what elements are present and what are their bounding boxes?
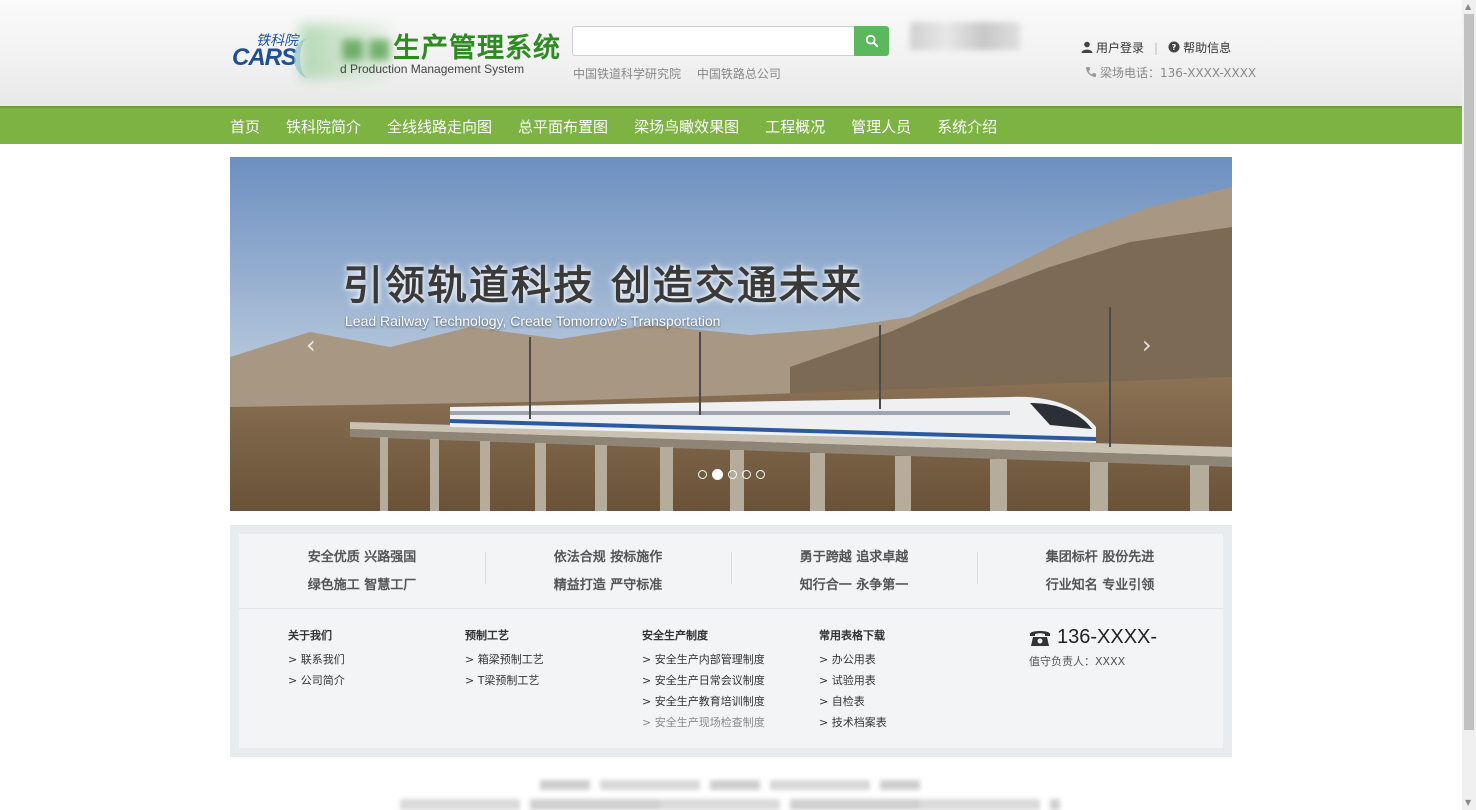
scrollbar-thumb[interactable] <box>1464 14 1474 730</box>
main-nav: 首页 铁科院简介 全线线路走向图 总平面布置图 梁场鸟瞰效果图 工程概况 管理人… <box>0 106 1462 144</box>
search-button[interactable] <box>854 26 889 56</box>
carousel-dot[interactable] <box>728 470 737 479</box>
banner-subtitle: Lead Railway Technology, Create Tomorrow… <box>345 313 721 329</box>
footer-col-about: 关于我们 > 联系我们 > 公司简介 <box>288 627 345 691</box>
footer-link[interactable]: > 自检表 <box>819 691 887 712</box>
search-icon <box>865 34 878 48</box>
site-header: 铁科院 CARS ■■生产管理系统 d Production Managemen… <box>0 0 1462 106</box>
nav-about-cars[interactable]: 铁科院简介 <box>286 116 361 137</box>
carousel-prev-icon[interactable]: ‹ <box>306 331 316 359</box>
nav-home[interactable]: 首页 <box>230 116 260 137</box>
carousel-dot-active[interactable] <box>712 469 723 480</box>
footer-link[interactable]: > 试验用表 <box>819 670 887 691</box>
footer-col-title: 关于我们 <box>288 629 332 642</box>
system-title: ■■生产管理系统 <box>340 33 562 64</box>
user-links: 用户登录 | ? 帮助信息 <box>1081 39 1231 56</box>
slogan-block: 安全优质 兴路强国 绿色施工 智慧工厂 <box>307 550 417 593</box>
svg-text:?: ? <box>1172 43 1177 52</box>
footer-links: 关于我们 > 联系我们 > 公司简介 预制工艺 > 箱梁预制工艺 > T梁预制工… <box>239 610 1223 748</box>
carousel-indicators <box>698 469 770 480</box>
footer-col-process: 预制工艺 > 箱梁预制工艺 > T梁预制工艺 <box>465 627 544 691</box>
footer-link[interactable]: > 安全生产教育培训制度 <box>642 691 765 712</box>
scroll-down-icon[interactable]: ▼ <box>1465 798 1471 807</box>
footer-link[interactable]: > 联系我们 <box>288 649 345 670</box>
blurred-header-region <box>910 22 1020 50</box>
carousel-dot[interactable] <box>698 470 707 479</box>
footer-link[interactable]: > 安全生产现场检查制度 <box>642 712 765 733</box>
footer-col-forms: 常用表格下载 > 办公用表 > 试验用表 > 自检表 > 技术档案表 <box>819 627 887 733</box>
slogan-block: 勇于跨越 追求卓越 知行合一 永争第一 <box>731 534 977 608</box>
footer-link[interactable]: > 公司简介 <box>288 670 345 691</box>
slogan-block: 集团标杆 股份先进 行业知名 专业引领 <box>977 534 1223 608</box>
org-links: 中国铁道科学研究院 中国铁路总公司 <box>573 65 793 82</box>
login-link[interactable]: 用户登录 <box>1081 39 1144 56</box>
train-landscape-image <box>230 157 1232 511</box>
carousel-next-icon[interactable]: › <box>1142 331 1152 359</box>
phone-icon <box>1085 67 1096 78</box>
footer-link[interactable]: > 办公用表 <box>819 649 887 670</box>
footer-link[interactable]: > 安全生产日常会议制度 <box>642 670 765 691</box>
carousel-dot[interactable] <box>742 470 751 479</box>
nav-management[interactable]: 管理人员 <box>851 116 911 137</box>
nav-project-overview[interactable]: 工程概况 <box>765 116 825 137</box>
logo-en-text: CARS <box>232 44 297 71</box>
vertical-scrollbar[interactable]: ▲ ▼ <box>1462 0 1476 810</box>
help-link[interactable]: ? 帮助信息 <box>1168 39 1231 56</box>
footer-link[interactable]: > 箱梁预制工艺 <box>465 649 544 670</box>
carousel-dot[interactable] <box>756 470 765 479</box>
user-icon <box>1081 41 1093 53</box>
telephone-icon <box>1030 630 1050 646</box>
slogan-block: 依法合规 按标施作 精益打造 严守标准 <box>485 534 731 608</box>
nav-site-plan[interactable]: 总平面布置图 <box>518 116 608 137</box>
contact-person: 值守负责人：XXXX <box>1029 655 1126 668</box>
footer-panel: 安全优质 兴路强国 绿色施工 智慧工厂 依法合规 按标施作 精益打造 严守标准 勇于… <box>230 525 1232 757</box>
org-link-crc[interactable]: 中国铁路总公司 <box>697 67 781 81</box>
footer-link[interactable]: > 安全生产内部管理制度 <box>642 649 765 670</box>
slogan-row: 安全优质 兴路强国 绿色施工 智慧工厂 依法合规 按标施作 精益打造 严守标准 勇于… <box>239 534 1223 609</box>
org-link-cars[interactable]: 中国铁道科学研究院 <box>573 67 681 81</box>
footer-col-title: 常用表格下载 <box>819 629 885 642</box>
banner-title: 引领轨道科技 创造交通未来 <box>343 263 863 309</box>
footer-col-title: 安全生产制度 <box>642 629 708 642</box>
contact-block: 136-XXXX- 值守负责人：XXXX <box>1029 626 1157 669</box>
question-circle-icon: ? <box>1168 41 1180 53</box>
blurred-copyright-line <box>400 799 1060 810</box>
footer-link[interactable]: > 技术档案表 <box>819 712 887 733</box>
hero-carousel[interactable]: 引领轨道科技 创造交通未来 Lead Railway Technology, C… <box>230 157 1232 511</box>
contact-number: 136-XXXX- <box>1029 626 1157 649</box>
nav-system-intro[interactable]: 系统介绍 <box>937 116 997 137</box>
nav-aerial-view[interactable]: 梁场鸟瞰效果图 <box>634 116 739 137</box>
blurred-copyright-line <box>540 780 920 790</box>
site-phone: 梁场电话：136-XXXX-XXXX <box>1085 64 1256 81</box>
search-input[interactable] <box>572 26 855 56</box>
footer-link[interactable]: > T梁预制工艺 <box>465 670 544 691</box>
nav-route-map[interactable]: 全线线路走向图 <box>387 116 492 137</box>
footer-col-title: 预制工艺 <box>465 629 509 642</box>
footer-col-safety: 安全生产制度 > 安全生产内部管理制度 > 安全生产日常会议制度 > 安全生产教… <box>642 627 765 733</box>
scroll-up-icon[interactable]: ▲ <box>1465 2 1471 11</box>
link-separator: | <box>1154 40 1159 55</box>
